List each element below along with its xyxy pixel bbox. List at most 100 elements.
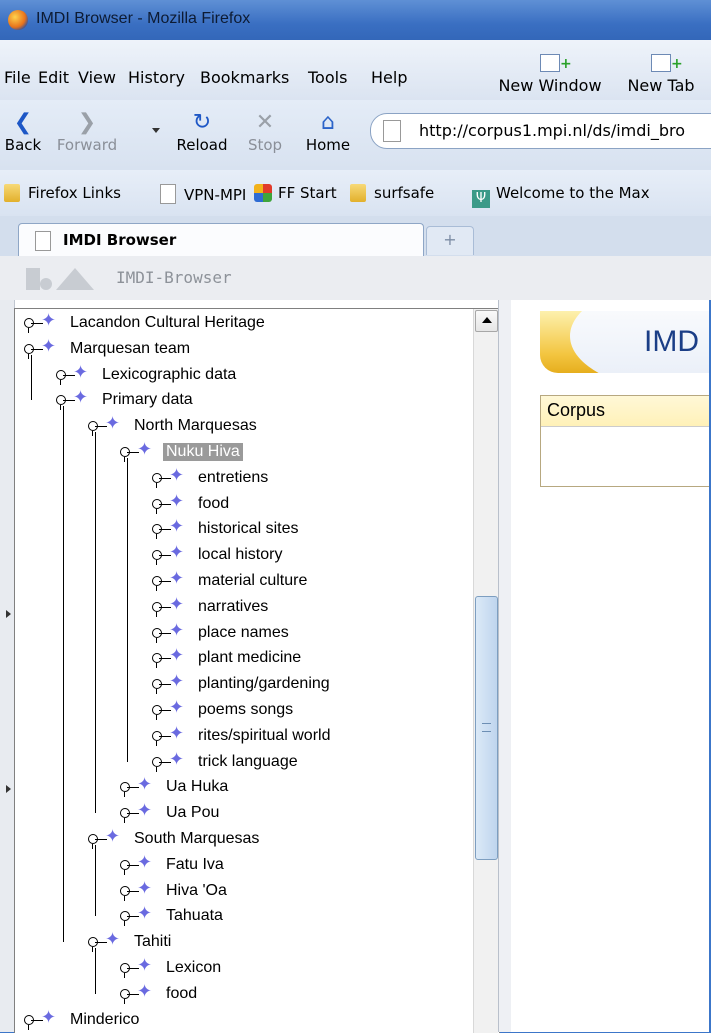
node-star-icon: ✦: [137, 980, 153, 1001]
node-star-icon: ✦: [169, 516, 185, 537]
window-title-bar: IMDI Browser - Mozilla Firefox: [0, 0, 711, 40]
tree-node-label: North Marquesas: [134, 417, 257, 435]
tree-scrollbar[interactable]: [473, 309, 498, 1033]
node-star-icon: ✦: [105, 929, 121, 950]
menu-file[interactable]: File: [4, 68, 31, 87]
collapse-grip-icon[interactable]: [6, 610, 11, 618]
menu-bookmarks[interactable]: Bookmarks: [200, 68, 289, 87]
tree-node-label: Nuku Hiva: [163, 443, 243, 461]
node-star-icon: ✦: [41, 310, 57, 330]
bookmark-label: VPN-MPI: [184, 186, 247, 204]
folder-icon: [4, 184, 20, 202]
menu-view[interactable]: View: [78, 68, 116, 87]
node-star-icon: ✦: [105, 413, 121, 434]
tab-bar: IMDI Browser +: [0, 216, 711, 257]
node-star-icon: ✦: [169, 464, 185, 485]
page-icon: [383, 120, 401, 142]
tree-node-label: Tahiti: [134, 933, 172, 951]
bookmark-welcome-max[interactable]: Ψ Welcome to the Max: [472, 184, 650, 208]
stop-button[interactable]: ✕ Stop: [242, 110, 288, 154]
tree-vertical-line: [95, 948, 96, 994]
back-button[interactable]: ❮ Back: [0, 110, 46, 154]
tree-node-label: South Marquesas: [134, 830, 260, 847]
scroll-thumb[interactable]: [475, 596, 498, 860]
tree-node-label: Marquesan team: [70, 339, 191, 357]
forward-button[interactable]: ❯ Forward: [54, 110, 120, 154]
menu-history[interactable]: History: [128, 68, 185, 87]
folder-icon: [350, 184, 366, 202]
bookmark-ff-start[interactable]: FF Start: [254, 184, 337, 202]
tree-vertical-line: [95, 432, 96, 814]
tree-node-label: material culture: [198, 572, 308, 589]
reload-label: Reload: [176, 136, 228, 154]
tree-node-label: Hiva 'Oa: [166, 881, 227, 899]
tab-label: IMDI Browser: [63, 231, 177, 249]
corpus-header: Corpus: [541, 396, 711, 427]
node-star-icon: ✦: [169, 748, 185, 769]
home-button[interactable]: ⌂ Home: [298, 110, 358, 154]
panel-splitter[interactable]: [498, 300, 511, 1032]
node-star-icon: ✦: [73, 387, 89, 408]
node-star-icon: ✦: [169, 671, 185, 692]
bookmark-label: Firefox Links: [28, 184, 121, 202]
tree-node-label: Lexicon: [166, 959, 222, 976]
left-splitter[interactable]: [0, 300, 15, 1032]
node-star-icon: ✦: [137, 800, 153, 821]
tree-node-label: Lacandon Cultural Heritage: [70, 314, 265, 331]
tree-node-label: Ua Huka: [166, 778, 229, 796]
new-tab-icon: +: [651, 54, 683, 72]
tree-node-label: narratives: [198, 597, 269, 615]
address-bar[interactable]: http://corpus1.mpi.nl/ds/imdi_bro: [370, 113, 711, 149]
tree-vertical-line: [63, 406, 64, 943]
new-window-icon: +: [540, 54, 572, 72]
scroll-up-button[interactable]: [475, 310, 498, 332]
node-star-icon: ✦: [169, 722, 185, 743]
imdi-logo-dot: [40, 278, 52, 290]
bookmark-vpn-mpi[interactable]: VPN-MPI: [160, 184, 246, 204]
tree-node-label: Tahuata: [166, 907, 223, 925]
new-tab-plus-button[interactable]: +: [426, 226, 474, 255]
forward-arrow-icon: ❯: [77, 110, 97, 135]
node-star-icon: ✦: [169, 490, 185, 511]
node-star-icon: ✦: [137, 877, 153, 898]
tree-node-label: Lexicographic data: [102, 365, 237, 383]
bookmark-firefox-links[interactable]: Firefox Links: [4, 184, 121, 202]
menu-help[interactable]: Help: [371, 68, 407, 87]
tree-node-label: place names: [198, 623, 289, 641]
corpus-tree-panel: ✦ Lacandon Cultural Heritage ✦ Marquesan te…: [14, 308, 500, 1033]
collapse-grip-icon[interactable]: [6, 785, 11, 793]
node-star-icon: ✦: [169, 645, 185, 666]
new-tab-label: New Tab: [627, 76, 695, 95]
menu-tools[interactable]: Tools: [308, 68, 347, 87]
tree-node-label: Ua Pou: [166, 804, 220, 822]
tree-vertical-line: [95, 845, 96, 917]
tree-node-label: planting/gardening: [198, 675, 330, 693]
bookmark-surfsafe[interactable]: surfsafe: [350, 184, 434, 202]
history-dropdown-icon[interactable]: [152, 128, 160, 133]
tab-imdi-browser[interactable]: IMDI Browser: [18, 223, 424, 257]
node-star-icon: ✦: [137, 439, 153, 459]
app-header: IMDI-Browser: [0, 256, 711, 301]
node-star-icon: ✦: [105, 826, 121, 846]
corpus-label: Corpus: [547, 400, 606, 420]
reload-icon: ↻: [192, 110, 212, 135]
tree-node-label: food: [198, 494, 230, 512]
bookmark-label: surfsafe: [374, 184, 435, 202]
menu-edit[interactable]: Edit: [38, 68, 69, 87]
tree-node-label: local history: [198, 546, 283, 564]
ff-start-icon: [254, 184, 272, 202]
menu-bar: File Edit View History Bookmarks Tools H…: [0, 40, 711, 100]
imdi-banner: IMD: [540, 311, 711, 373]
url-text[interactable]: http://corpus1.mpi.nl/ds/imdi_bro: [419, 121, 685, 140]
new-window-button[interactable]: + New Window: [494, 54, 606, 95]
node-star-icon: ✦: [137, 851, 153, 872]
node-star-icon: ✦: [169, 568, 185, 588]
tree-node-label: food: [166, 984, 198, 1002]
tree-node-label: Fatu Iva: [166, 855, 224, 873]
window-title: IMDI Browser - Mozilla Firefox: [36, 10, 251, 27]
reload-button[interactable]: ↻ Reload: [170, 110, 234, 154]
new-tab-button[interactable]: + New Tab: [620, 54, 702, 95]
home-icon: ⌂: [321, 110, 335, 135]
node-star-icon: ✦: [169, 697, 185, 717]
forward-label: Forward: [56, 136, 118, 154]
